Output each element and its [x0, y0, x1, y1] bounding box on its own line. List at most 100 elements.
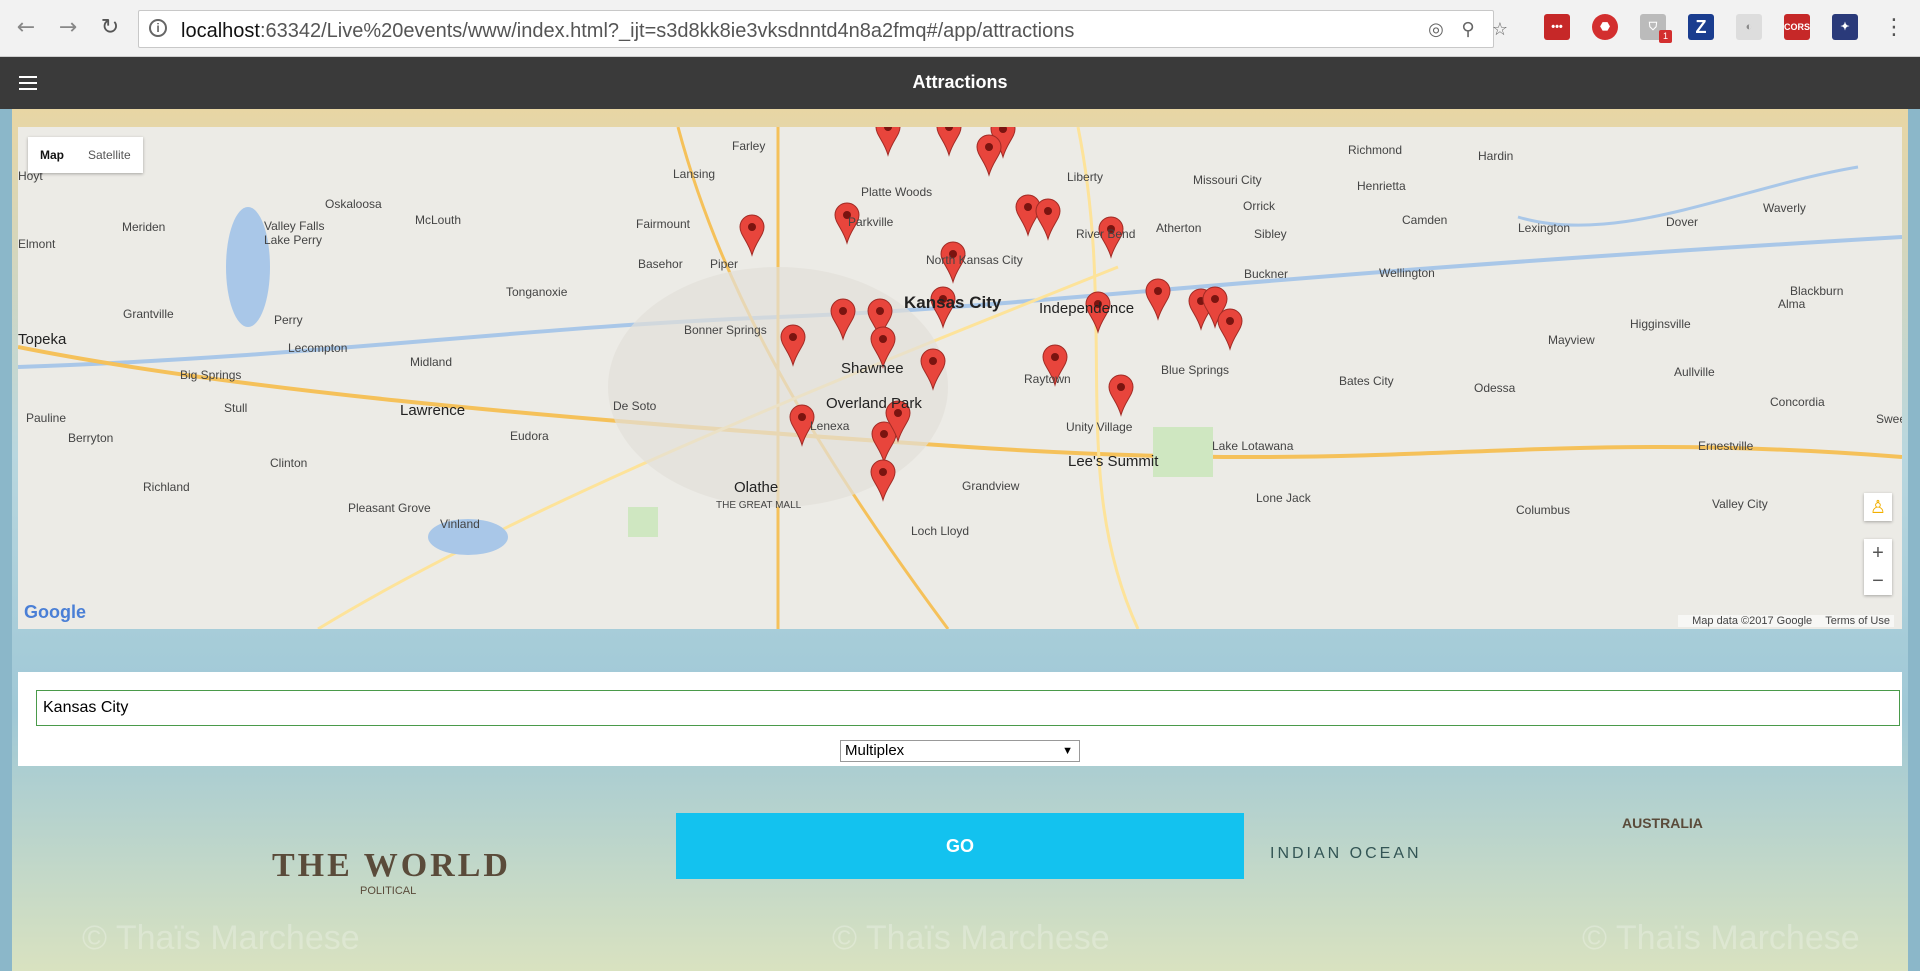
info-icon[interactable]: i: [149, 19, 167, 37]
reload-icon[interactable]: ↻: [96, 14, 124, 42]
place-label: Mayview: [1548, 333, 1595, 347]
place-label: Bates City: [1339, 374, 1394, 388]
category-selected-value: Multiplex: [845, 742, 905, 759]
attractions-map[interactable]: Farley Richmond Hardin Lansing Platte Wo…: [18, 127, 1902, 629]
street-view-pegman-icon[interactable]: ♙: [1864, 493, 1892, 521]
place-label: Richmond: [1348, 143, 1403, 157]
location-icon[interactable]: ◎: [1425, 19, 1447, 41]
place-label: Shawnee: [841, 360, 904, 377]
place-label: Overland Park: [826, 395, 922, 412]
attraction-marker-icon[interactable]: [1035, 198, 1061, 241]
place-label: River Bend: [1076, 227, 1136, 241]
place-label: Orrick: [1243, 199, 1275, 213]
menu-dots-icon[interactable]: ⋮: [1880, 14, 1908, 42]
place-label: Raytown: [1024, 372, 1071, 386]
map-markers: [739, 127, 1243, 502]
place-label: Columbus: [1516, 503, 1571, 517]
place-label: Lecompton: [288, 341, 348, 355]
search-form: Multiplex ▼: [18, 672, 1902, 766]
place-label: Clinton: [270, 456, 308, 470]
place-label: Olathe: [734, 479, 779, 496]
place-label: Dover: [1666, 215, 1699, 229]
map-type-satellite-button[interactable]: Satellite: [76, 137, 143, 173]
browser-toolbar: ← → ↻ i localhost:63342/Live%20events/ww…: [0, 0, 1920, 57]
extension-ublock-icon[interactable]: ⬣: [1592, 14, 1618, 40]
place-label: Farley: [732, 139, 766, 153]
url-text[interactable]: localhost:63342/Live%20events/www/index.…: [181, 20, 1074, 43]
attraction-marker-icon[interactable]: [936, 127, 962, 157]
place-label: Kansas City: [904, 293, 1002, 312]
extension-cors-icon[interactable]: CORS: [1784, 14, 1810, 40]
attraction-marker-icon[interactable]: [1145, 278, 1171, 321]
place-label: Valley City: [1712, 497, 1768, 511]
place-label: Pauline: [26, 411, 67, 425]
bookmark-star-icon[interactable]: ☆: [1489, 19, 1511, 41]
place-label: Henrietta: [1357, 179, 1406, 193]
zoom-out-button[interactable]: −: [1864, 567, 1892, 595]
place-label: Sweet: [1876, 412, 1902, 426]
terms-link[interactable]: Terms of Use: [1825, 615, 1890, 627]
attraction-marker-icon[interactable]: [976, 134, 1002, 177]
place-label: Perry: [274, 313, 303, 327]
category-select[interactable]: Multiplex ▼: [840, 740, 1080, 762]
place-label: Sibley: [1254, 227, 1287, 241]
place-label: Bonner Springs: [684, 323, 767, 337]
place-label: Grantville: [123, 307, 174, 321]
map-data-credit: Map data ©2017 Google: [1692, 615, 1813, 627]
attraction-marker-icon[interactable]: [920, 348, 946, 391]
place-label: Lexington: [1518, 221, 1571, 235]
extension-z-icon[interactable]: Z: [1688, 14, 1714, 40]
place-label: Pleasant Grove: [348, 501, 431, 515]
map-attribution: Map data ©2017 Google Terms of Use: [1678, 615, 1894, 627]
zoom-control: + −: [1864, 539, 1892, 595]
place-label: Meriden: [122, 220, 166, 234]
attraction-marker-icon[interactable]: [870, 459, 896, 502]
place-label: Parkville: [848, 215, 894, 229]
place-label: Missouri City: [1193, 173, 1262, 187]
place-label: Stull: [224, 401, 248, 415]
place-label: Odessa: [1474, 381, 1516, 395]
forward-icon[interactable]: →: [54, 14, 82, 42]
place-label: Richland: [143, 480, 190, 494]
app-header: Attractions: [0, 57, 1920, 109]
zoom-icon[interactable]: ⚲: [1457, 19, 1479, 41]
place-label: Buckner: [1244, 267, 1289, 281]
map-type-map-button[interactable]: Map: [28, 137, 76, 173]
place-label: Valley Falls: [264, 219, 325, 233]
attraction-marker-icon[interactable]: [830, 298, 856, 341]
attraction-marker-icon[interactable]: [739, 214, 765, 257]
place-label: Lake Lotawana: [1212, 439, 1294, 453]
attraction-marker-icon[interactable]: [1108, 374, 1134, 417]
place-label: Atherton: [1156, 221, 1202, 235]
attraction-marker-icon[interactable]: [780, 324, 806, 367]
address-bar[interactable]: i localhost:63342/Live%20events/www/inde…: [138, 10, 1508, 48]
place-label: Vinland: [440, 517, 480, 531]
place-label: Wellington: [1379, 266, 1435, 280]
attraction-marker-icon[interactable]: [1217, 308, 1243, 351]
place-label: Loch Lloyd: [911, 524, 970, 538]
place-label: Camden: [1402, 213, 1448, 227]
go-button[interactable]: GO: [676, 813, 1244, 879]
place-label: Alma: [1778, 297, 1806, 311]
place-label: Lee's Summit: [1068, 453, 1159, 470]
extension-flag-icon[interactable]: ✦: [1832, 14, 1858, 40]
watermark: © Thaïs Marchese: [82, 919, 360, 957]
place-label: Lake Perry: [264, 233, 323, 247]
place-label: Fairmount: [636, 217, 691, 231]
place-label: Eudora: [510, 429, 549, 443]
dropdown-arrow-icon: ▼: [1062, 745, 1073, 757]
page-title: Attractions: [912, 72, 1008, 92]
attraction-marker-icon[interactable]: [875, 127, 901, 157]
place-label: Lone Jack: [1256, 491, 1311, 505]
place-label: Unity Village: [1066, 420, 1133, 434]
city-input[interactable]: [36, 690, 1900, 726]
place-label: Concordia: [1770, 395, 1825, 409]
place-label: Aullville: [1674, 365, 1715, 379]
zoom-in-button[interactable]: +: [1864, 539, 1892, 567]
place-label: Blackburn: [1790, 284, 1844, 298]
back-icon[interactable]: ←: [12, 14, 40, 42]
place-label: Big Springs: [180, 368, 242, 382]
place-label: Lawrence: [400, 402, 466, 419]
extension-puzzle-icon[interactable]: ◐: [1736, 14, 1762, 40]
extension-lastpass-icon[interactable]: •••: [1544, 14, 1570, 40]
